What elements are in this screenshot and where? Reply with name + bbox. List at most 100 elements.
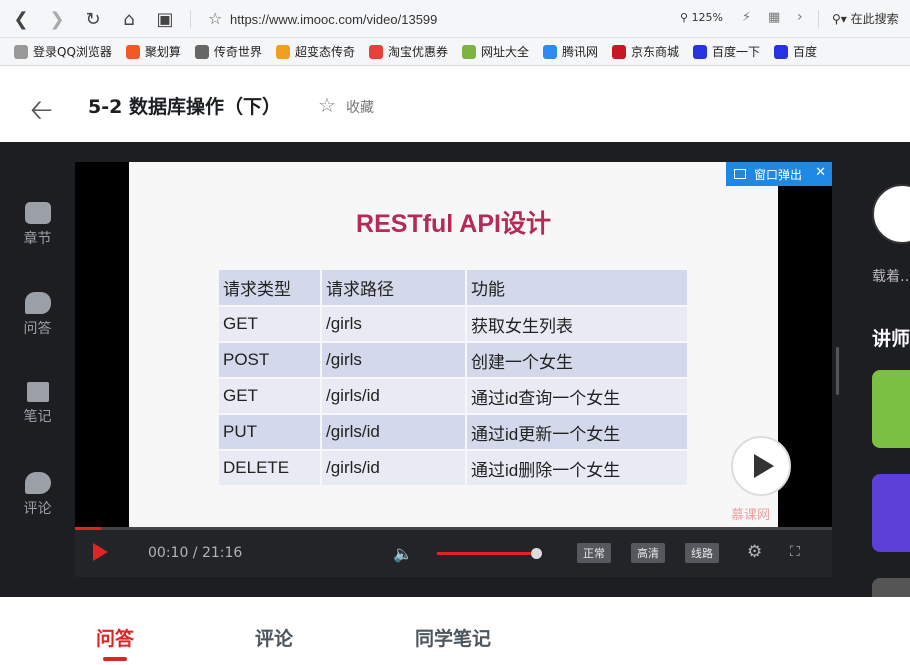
bookmark-icon — [693, 44, 708, 59]
search-box[interactable]: ⚲▾ 在此搜索 — [832, 10, 899, 27]
popup-window-button[interactable]: 窗口弹出 ✕ — [726, 162, 832, 186]
bookmark-label: 超变态传奇 — [294, 45, 355, 59]
big-play-button[interactable] — [731, 436, 791, 496]
volume-slider[interactable] — [437, 548, 542, 559]
table-header-row: 请求类型 请求路径 功能 — [219, 270, 689, 307]
note-icon — [26, 382, 49, 402]
fullscreen-icon[interactable]: ⛶ — [790, 544, 800, 560]
tab-notes[interactable]: 同学笔记 — [415, 624, 491, 651]
course-thumbnail[interactable] — [872, 370, 910, 448]
page-title: 5-2 数据库操作（下） — [88, 96, 281, 118]
table-header-cell: 请求路径 — [321, 270, 467, 307]
progress-bar[interactable] — [75, 527, 832, 530]
side-item-label: 笔记 — [23, 409, 52, 425]
table-cell: GET — [219, 378, 322, 415]
address-bar[interactable]: ☆ https://www.imooc.com/video/13599 — [200, 6, 820, 32]
table-cell: 通过id更新一个女生 — [466, 414, 689, 451]
bookmark-icon — [14, 44, 28, 59]
progress-fill — [75, 527, 102, 530]
volume-knob[interactable] — [530, 548, 542, 559]
bookmark-item[interactable]: 百度 — [774, 43, 817, 60]
table-row: GET/girls/id 通过id查询一个女生 — [219, 378, 689, 415]
bookmark-icon — [194, 44, 209, 59]
side-item-qa[interactable]: 问答 — [0, 292, 75, 338]
video-frame: RESTful API设计 请求类型 请求路径 功能 GET/girls 获取女生列表 P… — [129, 162, 778, 527]
side-item-label: 问答 — [23, 321, 52, 337]
play-icon — [753, 454, 774, 478]
url-text[interactable]: https://www.imooc.com/video/13599 — [230, 12, 437, 27]
table-cell: 创建一个女生 — [466, 342, 689, 379]
table-cell: 通过id删除一个女生 — [466, 450, 689, 487]
back-arrow-icon[interactable]: 🡠 — [30, 89, 53, 137]
table-header-cell: 功能 — [466, 270, 689, 307]
bookmark-item[interactable]: 网址大全 — [461, 43, 529, 60]
section-label: 讲师 — [872, 328, 910, 350]
volume-icon[interactable]: 🔈 — [393, 544, 413, 563]
favorite-button[interactable]: 收藏 — [346, 97, 374, 117]
bookmark-item[interactable]: 淘宝优惠券 — [368, 43, 448, 60]
popup-label: 窗口弹出 — [754, 167, 803, 182]
side-item-chapters[interactable]: 章节 — [0, 202, 75, 248]
bookmark-item[interactable]: 登录QQ浏览器 — [14, 43, 112, 60]
bookmark-label: 腾讯网 — [561, 45, 598, 59]
zoom-level[interactable]: ⚲ 125% — [680, 11, 723, 24]
bookmarks-bar: 登录QQ浏览器 聚划算 传奇世界 超变态传奇 淘宝优惠券 网址大全 腾讯网 京东商城 百度一下 百… — [0, 38, 910, 66]
slide-title: RESTful API设计 — [356, 210, 551, 238]
teacher-name[interactable]: 载着… — [872, 266, 910, 286]
favorite-star-icon[interactable]: ☆ — [318, 93, 336, 117]
line-button[interactable]: 线路 — [685, 543, 719, 563]
bookmark-star-icon[interactable]: ☆ — [208, 9, 222, 28]
bookmark-item[interactable]: 京东商城 — [612, 43, 679, 60]
side-item-label: 章节 — [23, 231, 52, 247]
zoom-icon: ⚲ — [680, 11, 689, 24]
close-icon[interactable]: ✕ — [815, 165, 826, 180]
bookmark-item[interactable]: 百度一下 — [693, 43, 760, 60]
chevron-right-icon[interactable]: › — [797, 9, 803, 25]
bookmark-label: 百度一下 — [712, 45, 761, 59]
home-icon[interactable]: ⌂ — [116, 6, 142, 32]
bookmark-item[interactable]: 聚划算 — [125, 43, 181, 60]
browser-toolbar: ❮ ❯ ↻ ⌂ ▣ ☆ https://www.imooc.com/video/… — [0, 0, 910, 38]
play-button[interactable] — [93, 543, 108, 561]
bookmark-icon — [774, 44, 789, 59]
tab-qa[interactable]: 问答 — [96, 624, 134, 651]
zoom-value: 125% — [691, 11, 724, 24]
bookmark-label: 淘宝优惠券 — [387, 45, 448, 59]
teacher-avatar[interactable] — [872, 184, 910, 244]
bookmark-label: 登录QQ浏览器 — [33, 45, 112, 59]
settings-gear-icon[interactable]: ⚙ — [747, 542, 762, 562]
bookmark-item[interactable]: 传奇世界 — [194, 43, 262, 60]
volume-fill — [437, 552, 536, 555]
chapters-icon — [24, 202, 51, 224]
course-thumbnail[interactable] — [872, 474, 910, 552]
bookmark-item[interactable]: 超变态传奇 — [275, 43, 355, 60]
reload-icon[interactable]: ↻ — [80, 6, 106, 32]
grid-icon[interactable]: ▦ — [768, 10, 780, 25]
bookmark-label: 京东商城 — [631, 45, 680, 59]
side-item-comments[interactable]: 评论 — [0, 472, 75, 518]
table-cell: /girls/id — [321, 378, 467, 415]
table-cell: POST — [219, 342, 322, 379]
table-cell: /girls — [321, 306, 467, 343]
bookmark-icon — [368, 44, 383, 59]
comment-icon — [24, 472, 51, 494]
active-tab-indicator — [103, 657, 127, 661]
back-icon[interactable]: ❮ — [8, 6, 34, 32]
popup-icon — [734, 169, 746, 179]
search-icon: ⚲▾ — [832, 12, 847, 26]
bookmark-item[interactable]: 腾讯网 — [542, 43, 598, 60]
reader-icon[interactable]: ▣ — [152, 6, 178, 32]
lightning-icon[interactable]: ⚡ — [742, 10, 751, 25]
table-cell: 获取女生列表 — [466, 306, 689, 343]
tab-comments[interactable]: 评论 — [255, 624, 293, 651]
side-item-notes[interactable]: 笔记 — [0, 382, 75, 426]
table-cell: DELETE — [219, 450, 322, 487]
qa-icon — [24, 292, 51, 314]
forward-icon[interactable]: ❯ — [44, 6, 70, 32]
quality-normal-button[interactable]: 正常 — [577, 543, 611, 563]
time-display: 00:10 / 21:16 — [148, 545, 243, 561]
quality-hd-button[interactable]: 高清 — [631, 543, 665, 563]
panel-resize-handle[interactable] — [836, 347, 839, 395]
video-player[interactable]: RESTful API设计 请求类型 请求路径 功能 GET/girls 获取女生列表 P… — [75, 162, 832, 577]
watermark: 慕课网 — [730, 508, 770, 523]
